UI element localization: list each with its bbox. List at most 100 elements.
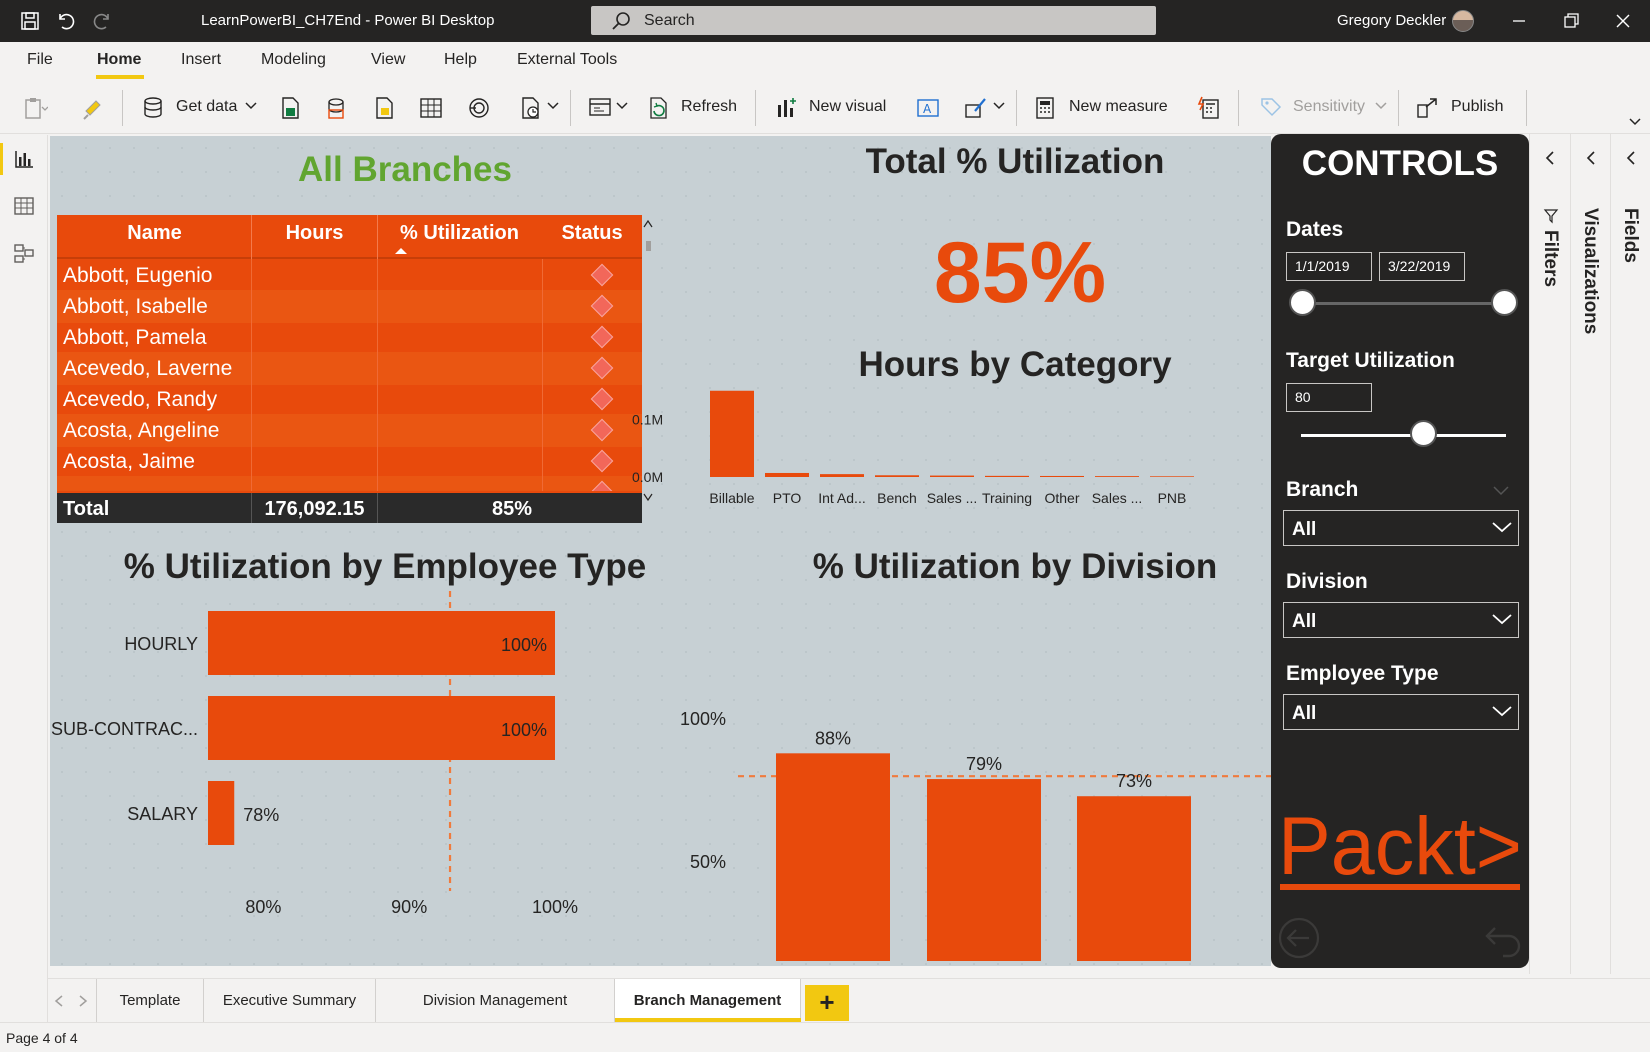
date-start-handle[interactable] [1289,289,1316,316]
table-row[interactable] [57,476,642,491]
header-utilization[interactable]: % Utilization [377,222,542,245]
table-row[interactable]: Acosta, Jaime [57,445,642,478]
excel-icon[interactable] [277,95,303,121]
tab-division-management[interactable]: Division Management [376,979,615,1022]
end-date-input[interactable]: 3/22/2019 [1379,252,1465,281]
menu-help[interactable]: Help [444,51,477,69]
visualizations-pane[interactable]: Visualizations [1570,134,1610,974]
chevron-left-icon[interactable] [1542,150,1558,166]
date-slider-track[interactable] [1304,302,1496,305]
paste-icon[interactable] [22,95,48,121]
utilization-by-division-chart[interactable]: 0%50%100%88%79%73%1001 Technology2001 Ac… [650,591,1310,961]
filters-pane[interactable]: Filters [1529,134,1570,974]
header-hours[interactable]: Hours [252,222,377,245]
chevron-down-icon[interactable] [1493,486,1509,496]
quick-measure-icon[interactable] [1196,95,1222,121]
table-row[interactable]: Abbott, Pamela [57,321,642,354]
get-data-label[interactable]: Get data [176,98,237,116]
start-date-input[interactable]: 1/1/2019 [1286,252,1372,281]
employee-matrix[interactable]: Name Hours % Utilization Status Abbott, … [57,215,642,535]
fields-pane-label[interactable]: Fields [1619,208,1641,263]
chevron-down-icon[interactable] [616,102,628,110]
new-visual-icon[interactable] [773,95,799,121]
get-data-icon[interactable] [141,95,167,121]
back-arrow-icon[interactable] [1277,916,1321,960]
transform-data-icon[interactable] [518,95,544,121]
new-measure-label[interactable]: New measure [1069,98,1168,116]
division-dropdown[interactable]: All [1283,602,1519,638]
publish-label[interactable]: Publish [1451,98,1503,116]
table-row[interactable]: Acevedo, Laverne [57,352,642,385]
employee-name: Acosta, Angeline [63,419,220,442]
tab-scroll-left-icon[interactable] [54,995,64,1007]
minimize-icon[interactable] [1506,8,1532,34]
chevron-down-icon[interactable] [993,102,1005,110]
chevron-left-icon[interactable] [1583,150,1599,166]
chevron-down-icon[interactable] [245,102,257,110]
calculator-icon[interactable] [1032,95,1058,121]
packt-logo: Packt> [1278,801,1522,892]
dataset-icon[interactable] [323,95,349,121]
chevron-left-icon[interactable] [1623,150,1639,166]
enter-data-icon[interactable] [418,95,444,121]
header-name[interactable]: Name [57,222,252,245]
utilization-kpi-value[interactable]: 85% [840,224,1200,323]
date-end-handle[interactable] [1491,289,1518,316]
more-visuals-icon[interactable] [963,95,989,121]
tab-executive-summary[interactable]: Executive Summary [204,979,376,1022]
save-icon[interactable] [19,10,41,32]
manage-relationships-icon[interactable] [587,95,613,121]
close-icon[interactable] [1610,8,1636,34]
collapse-ribbon-icon[interactable] [1629,118,1641,126]
total-label: Total [63,498,110,520]
avatar[interactable] [1452,10,1474,32]
menu-insert[interactable]: Insert [181,51,221,69]
header-status[interactable]: Status [542,222,642,245]
menu-modeling[interactable]: Modeling [261,51,326,69]
branch-dropdown[interactable]: All [1283,510,1519,546]
search-box[interactable]: Search [591,6,1156,35]
utilization-by-employee-type-chart[interactable]: HOURLY 100% SUB-CONTRAC... 100% SALARY 78% 80%… [50,591,690,921]
dataverse-icon[interactable] [371,95,397,121]
column-divider [542,259,543,491]
publish-icon[interactable] [1415,95,1441,121]
table-row[interactable]: Acosta, Angeline [57,414,642,447]
employee-type-dropdown[interactable]: All [1283,694,1519,730]
x-tick-label: Training [982,490,1032,506]
visualizations-pane-label[interactable]: Visualizations [1579,208,1601,334]
format-painter-icon[interactable] [80,95,106,121]
report-view-icon[interactable] [13,148,35,170]
new-visual-label[interactable]: New visual [809,98,886,116]
hours-by-category-chart[interactable]: 0.0M 0.1M Billable PTO Int Ad... Bench Sales .… [630,381,1310,531]
user-name[interactable]: Gregory Deckler [1337,12,1446,29]
table-row[interactable]: Abbott, Eugenio [57,259,642,292]
undo-icon[interactable] [55,10,77,32]
refresh-label[interactable]: Refresh [681,98,737,116]
filters-pane-label[interactable]: Filters [1539,230,1561,287]
data-view-icon[interactable] [13,195,35,217]
sort-ascending-icon[interactable] [394,247,408,255]
refresh-icon[interactable] [645,95,671,121]
menu-file[interactable]: File [27,51,53,69]
y-tick-label: 100% [680,709,726,729]
tab-branch-management[interactable]: Branch Management [615,979,801,1022]
fields-pane[interactable]: Fields [1610,134,1650,974]
target-slider-handle[interactable] [1410,420,1437,447]
menu-view[interactable]: View [371,51,405,69]
tab-template[interactable]: Template [97,979,204,1022]
add-page-button[interactable]: + [805,985,849,1021]
table-row[interactable]: Acevedo, Randy [57,383,642,416]
text-box-icon[interactable]: A [915,95,941,121]
restore-icon[interactable] [1558,8,1584,34]
recent-sources-icon[interactable] [466,95,492,121]
target-utilization-input[interactable]: 80 [1286,383,1372,412]
table-row[interactable]: Abbott, Isabelle [57,290,642,323]
chevron-down-icon[interactable] [547,102,559,110]
reset-arrow-icon[interactable] [1481,916,1525,960]
menu-external-tools[interactable]: External Tools [517,51,617,69]
tab-scroll-right-icon[interactable] [78,995,88,1007]
target-slider-track[interactable] [1301,434,1506,437]
redo-icon[interactable] [91,10,113,32]
model-view-icon[interactable] [13,242,35,264]
menu-home[interactable]: Home [97,51,141,69]
